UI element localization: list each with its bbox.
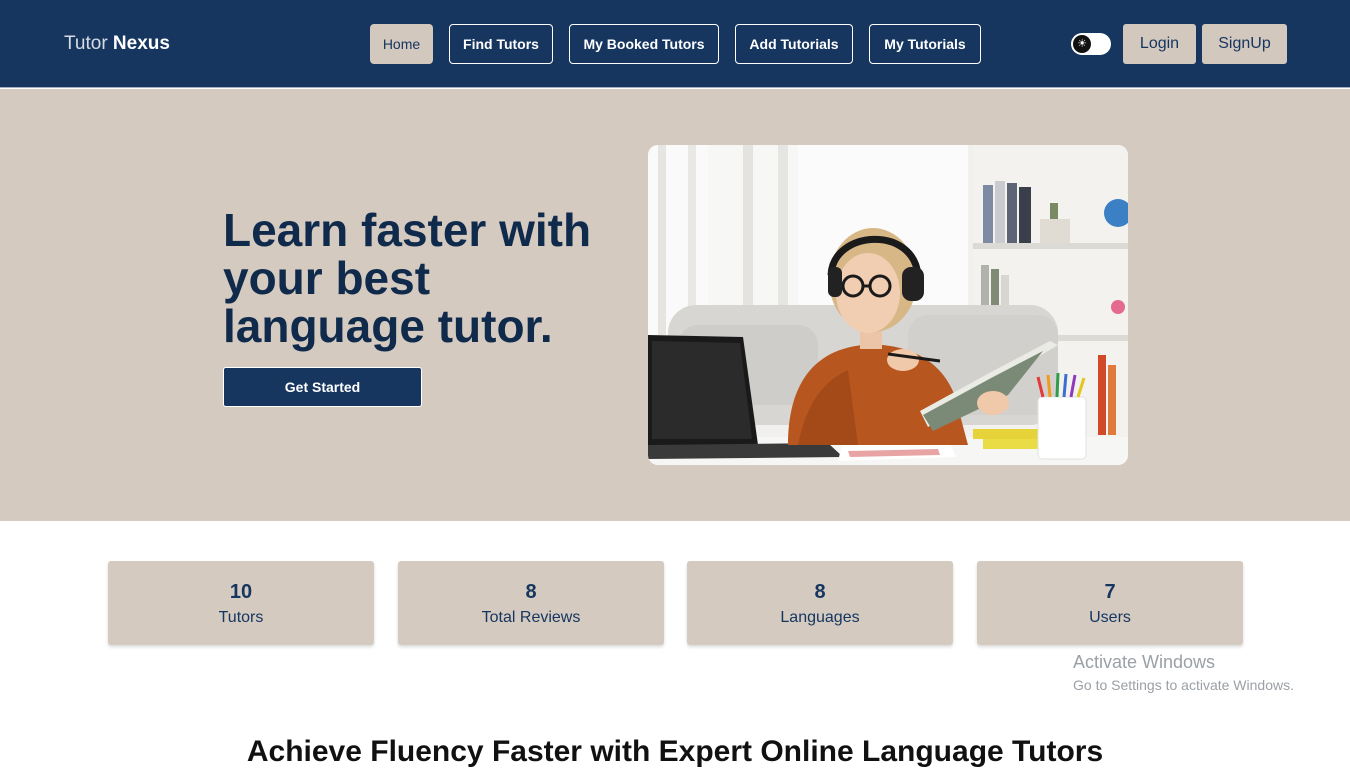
hero-title: Learn faster with your best language tut… — [223, 204, 592, 352]
section-title: Achieve Fluency Faster with Expert Onlin… — [246, 735, 1104, 768]
signup-button[interactable]: SignUp — [1202, 24, 1287, 64]
activate-windows-watermark: Activate Windows Go to Settings to activ… — [1073, 652, 1294, 693]
hero-section: Learn faster with your best language tut… — [0, 89, 1350, 521]
nav-find-tutors-button[interactable]: Find Tutors — [449, 24, 553, 64]
stat-label: Languages — [780, 609, 860, 626]
login-button[interactable]: Login — [1123, 24, 1196, 64]
theme-toggle[interactable]: ☀ — [1071, 33, 1111, 55]
stat-label: Total Reviews — [481, 609, 581, 626]
get-started-button[interactable]: Get Started — [223, 367, 422, 407]
brand-part2: Nexus — [112, 33, 170, 54]
nav-add-tutorials-button[interactable]: Add Tutorials — [735, 24, 853, 64]
sun-icon: ☀ — [1073, 35, 1091, 53]
stat-label: Users — [1089, 609, 1131, 626]
stat-card-languages: 8 Languages — [687, 561, 953, 645]
stat-card-tutors: 10 Tutors — [108, 561, 374, 645]
stat-value: 8 — [814, 581, 826, 603]
stat-value: 10 — [229, 581, 253, 603]
navbar: Tutor Nexus Home Find Tutors My Booked T… — [0, 0, 1350, 88]
stat-value: 8 — [525, 581, 537, 603]
stat-value: 7 — [1104, 581, 1116, 603]
student-with-headphones-image — [648, 145, 1128, 465]
stat-card-users: 7 Users — [977, 561, 1243, 645]
brand-part1: Tutor — [64, 33, 108, 54]
stat-label: Tutors — [218, 609, 264, 626]
stat-card-total-reviews: 8 Total Reviews — [398, 561, 664, 645]
nav-my-tutorials-button[interactable]: My Tutorials — [869, 24, 981, 64]
brand-logo[interactable]: Tutor Nexus — [64, 33, 170, 55]
nav-my-booked-tutors-button[interactable]: My Booked Tutors — [569, 24, 719, 64]
watermark-subtitle: Go to Settings to activate Windows. — [1073, 677, 1294, 693]
nav-home-button[interactable]: Home — [370, 24, 433, 64]
watermark-title: Activate Windows — [1073, 652, 1216, 672]
